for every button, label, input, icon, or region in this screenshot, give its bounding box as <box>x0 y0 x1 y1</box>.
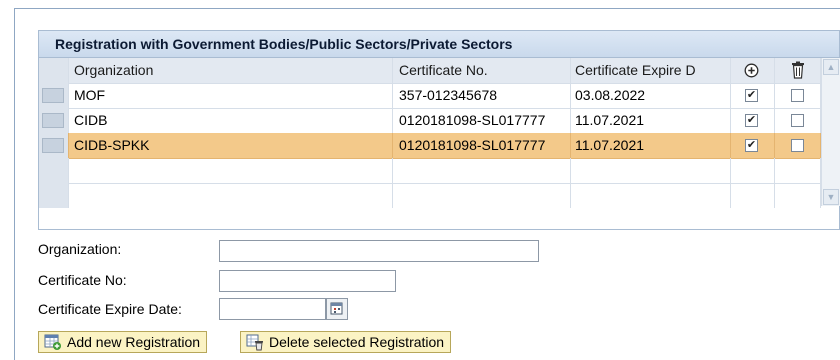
cell-certificate-expire[interactable]: 11.07.2021 <box>571 133 731 158</box>
add-new-registration-button[interactable]: Add new Registration <box>38 331 208 353</box>
delete-checkbox[interactable] <box>791 139 804 152</box>
column-header-delete[interactable] <box>775 58 821 83</box>
cell-certificate-no[interactable]: 0120181098-SL017777 <box>393 108 571 133</box>
table-row-empty <box>39 158 821 184</box>
delete-selected-registration-button[interactable]: Delete selected Registration <box>240 331 452 353</box>
cell-empty <box>775 183 821 208</box>
vertical-scrollbar[interactable]: ▲ ▼ <box>821 58 840 206</box>
cell-active: ✔ <box>731 108 775 133</box>
table-row-empty <box>39 183 821 208</box>
delete-checkbox[interactable] <box>791 89 804 102</box>
scroll-down-button[interactable]: ▼ <box>823 189 839 205</box>
calendar-button[interactable] <box>326 298 348 320</box>
cell-active: ✔ <box>731 133 775 158</box>
table-row[interactable]: MOF 357-012345678 03.08.2022 ✔ <box>39 83 821 109</box>
table-row[interactable]: CIDB 0120181098-SL017777 11.07.2021 ✔ <box>39 108 821 134</box>
active-checkbox[interactable]: ✔ <box>745 139 758 152</box>
column-header-active[interactable] <box>731 58 775 83</box>
cell-certificate-expire[interactable]: 11.07.2021 <box>571 108 731 133</box>
add-new-registration-label: Add new Registration <box>67 334 201 350</box>
select-all-cell[interactable] <box>39 58 69 83</box>
cell-empty <box>731 183 775 208</box>
table-row-selected[interactable]: CIDB-SPKK 0120181098-SL017777 11.07.2021… <box>39 133 821 159</box>
cell-delete <box>775 83 821 108</box>
column-header-organization[interactable]: Organization <box>69 58 393 83</box>
cell-empty <box>393 158 571 183</box>
column-header-certificate-expire[interactable]: Certificate Expire D <box>571 58 731 83</box>
scroll-up-button[interactable]: ▲ <box>823 59 839 75</box>
add-table-icon <box>44 334 61 350</box>
certificate-no-label: Certificate No: <box>38 272 127 288</box>
cell-organization[interactable]: CIDB <box>69 108 393 133</box>
delete-selected-registration-label: Delete selected Registration <box>269 334 445 350</box>
cell-delete <box>775 108 821 133</box>
active-checkbox[interactable]: ✔ <box>745 89 758 102</box>
cell-certificate-no[interactable]: 0120181098-SL017777 <box>393 133 571 158</box>
cell-empty <box>69 158 393 183</box>
cell-empty <box>775 158 821 183</box>
column-header-certificate-no[interactable]: Certificate No. <box>393 58 571 83</box>
delete-checkbox[interactable] <box>791 114 804 127</box>
delete-table-icon <box>246 334 263 351</box>
panel-title: Registration with Government Bodies/Publ… <box>39 31 839 58</box>
active-checkbox[interactable]: ✔ <box>745 114 758 127</box>
cell-empty <box>571 158 731 183</box>
cell-empty <box>731 158 775 183</box>
cell-delete <box>775 133 821 158</box>
row-selector[interactable] <box>39 83 69 108</box>
cell-empty <box>69 183 393 208</box>
cell-empty <box>393 183 571 208</box>
certificate-no-input[interactable] <box>219 270 396 292</box>
registration-table-panel: Registration with Government Bodies/Publ… <box>38 30 840 230</box>
organization-input[interactable] <box>219 240 539 262</box>
row-selector-empty <box>39 183 69 208</box>
cell-certificate-no[interactable]: 357-012345678 <box>393 83 571 108</box>
organization-label: Organization: <box>38 241 122 257</box>
plus-circle-icon <box>744 63 759 78</box>
certificate-expire-date-label: Certificate Expire Date: <box>38 301 182 317</box>
cell-empty <box>571 183 731 208</box>
cell-organization[interactable]: MOF <box>69 83 393 108</box>
calendar-icon <box>330 302 343 315</box>
table-header-row: Organization Certificate No. Certificate… <box>39 58 821 84</box>
cell-certificate-expire[interactable]: 03.08.2022 <box>571 83 731 108</box>
row-selector-empty <box>39 158 69 183</box>
certificate-expire-date-input[interactable] <box>219 298 326 320</box>
row-selector[interactable] <box>39 133 69 158</box>
row-selector[interactable] <box>39 108 69 133</box>
cell-active: ✔ <box>731 83 775 108</box>
cell-organization[interactable]: CIDB-SPKK <box>69 133 393 158</box>
trash-icon <box>792 61 804 79</box>
